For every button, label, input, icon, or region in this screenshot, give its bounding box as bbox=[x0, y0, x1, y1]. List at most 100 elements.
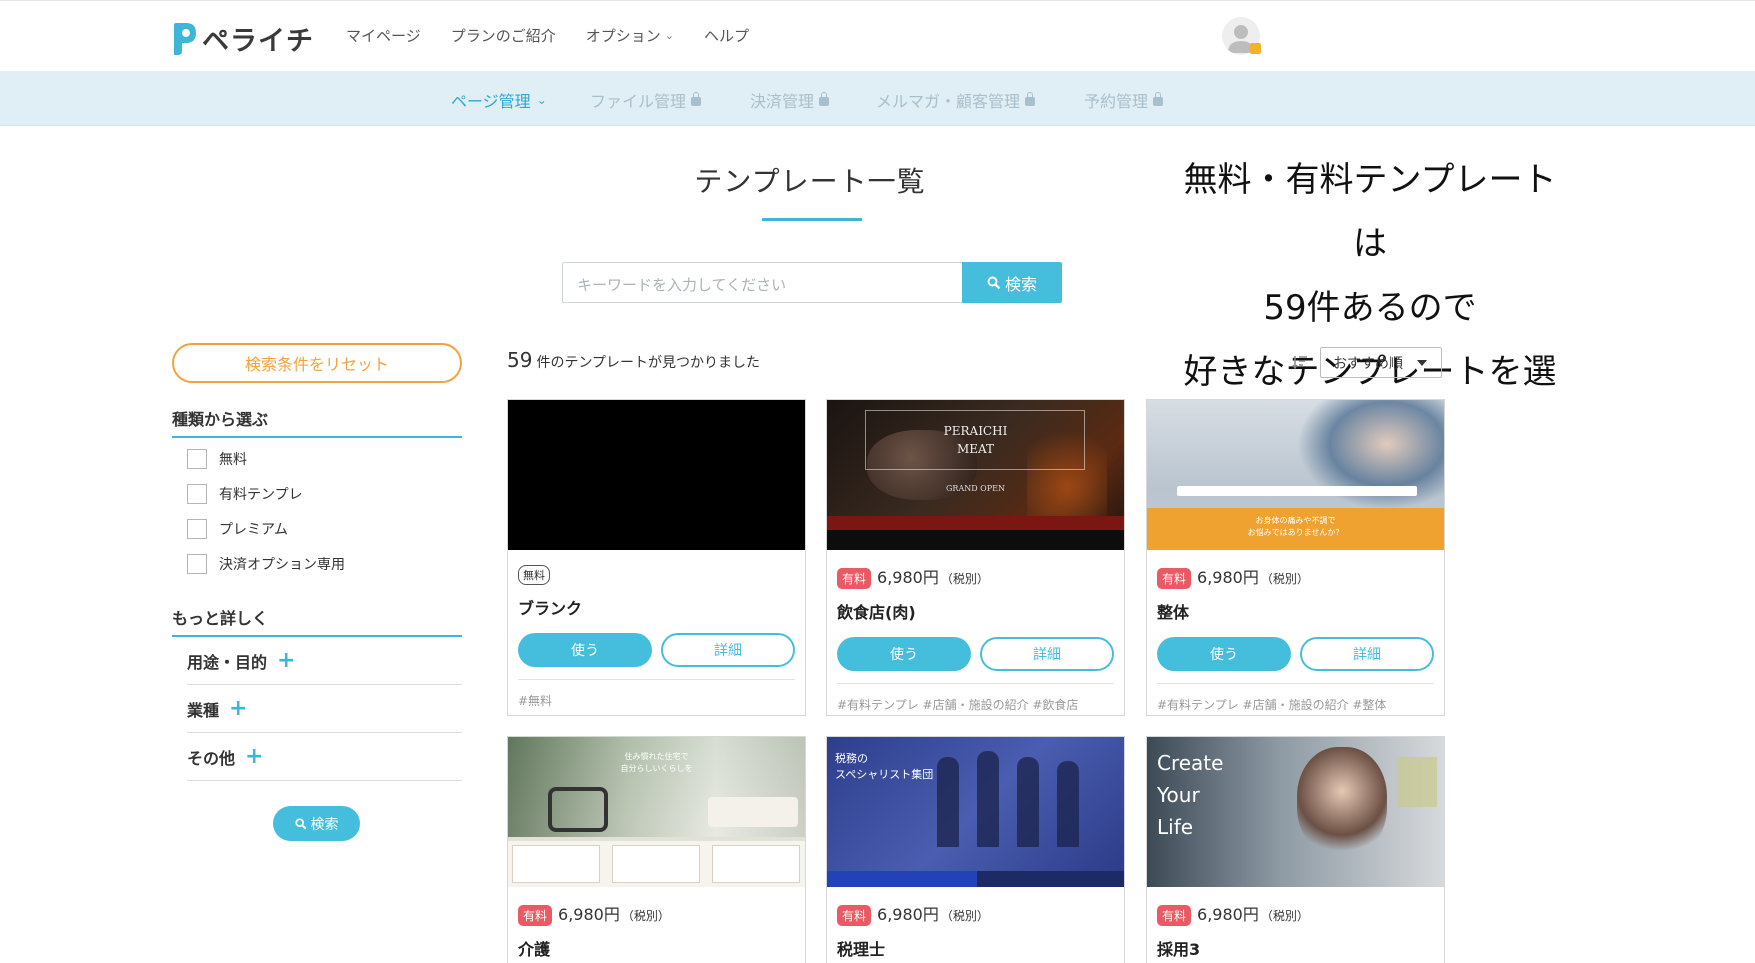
search-input[interactable]: キーワードを入力してください bbox=[562, 262, 963, 303]
thumb-text: Life bbox=[1157, 815, 1194, 839]
template-thumbnail[interactable]: Create Your Life bbox=[1147, 737, 1444, 887]
caption-line-1: 無料・有料テンプレートは bbox=[1183, 160, 1557, 264]
paid-badge: 有料 bbox=[1157, 568, 1192, 589]
filter-payment-option[interactable]: 決済オプション専用 bbox=[187, 554, 345, 574]
checkbox[interactable] bbox=[187, 519, 207, 539]
paid-badge: 有料 bbox=[837, 568, 872, 589]
nav-mypage[interactable]: マイページ bbox=[346, 25, 421, 46]
checkbox[interactable] bbox=[187, 484, 207, 504]
template-tax: （税別） bbox=[940, 909, 989, 923]
nav-options-label: オプション bbox=[585, 27, 661, 45]
use-button[interactable]: 使う bbox=[518, 633, 652, 667]
filter-premium-label: プレミアム bbox=[219, 522, 289, 538]
accordion-industry[interactable]: 業種 + bbox=[187, 685, 462, 733]
template-card: お身体の痛みや不調で お悩みではありませんか？ 有料 6,980円 （税別） 整体 … bbox=[1146, 399, 1445, 716]
filter-premium[interactable]: プレミアム bbox=[187, 519, 288, 539]
logo[interactable]: ペライチ bbox=[170, 19, 314, 58]
tab-reservation-management[interactable]: 予約管理 bbox=[1084, 88, 1164, 112]
template-name: 採用3 bbox=[1157, 940, 1201, 959]
search-button[interactable]: 検索 bbox=[962, 262, 1062, 303]
template-card: 無料 ブランク 使う 詳細 #無料 bbox=[507, 399, 806, 716]
template-tax: （税別） bbox=[940, 572, 989, 586]
type-heading: 種類から選ぶ bbox=[172, 406, 462, 438]
plus-icon[interactable]: + bbox=[277, 648, 295, 673]
nav-help[interactable]: ヘルプ bbox=[704, 25, 749, 46]
detail-button[interactable]: 詳細 bbox=[661, 633, 795, 667]
tab-file-management[interactable]: ファイル管理 bbox=[590, 88, 702, 112]
plus-icon[interactable]: + bbox=[229, 696, 247, 721]
sort-select-value: おすすめ順 bbox=[1333, 355, 1403, 372]
template-thumbnail[interactable]: PERAICHI MEAT GRAND OPEN bbox=[827, 400, 1124, 550]
thumb-text: 税務の bbox=[835, 752, 868, 765]
template-card: PERAICHI MEAT GRAND OPEN 有料 6,980円 （税別） 飲食… bbox=[826, 399, 1125, 716]
page-title: テンプレート一覧 bbox=[694, 165, 926, 198]
tab-page-management[interactable]: ページ管理 ⌄ bbox=[451, 88, 547, 112]
thumb-text: GRAND OPEN bbox=[946, 484, 1005, 493]
thumb-text: Create bbox=[1157, 751, 1224, 775]
plus-icon[interactable]: + bbox=[245, 744, 263, 769]
more-heading: もっと詳しく bbox=[172, 605, 462, 637]
tab-page-management-label: ページ管理 bbox=[451, 92, 531, 111]
thumb-text: PERAICHI bbox=[943, 424, 1008, 438]
checkbox[interactable] bbox=[187, 554, 207, 574]
sort-icon bbox=[1292, 356, 1307, 370]
template-price: 6,980円 bbox=[1197, 568, 1259, 587]
tab-file-management-label: ファイル管理 bbox=[590, 92, 687, 111]
thumb-text: Your bbox=[1157, 783, 1200, 807]
accordion-purpose-label: 用途・目的 bbox=[187, 652, 268, 672]
tab-payment-management[interactable]: 決済管理 bbox=[750, 88, 830, 112]
filter-free[interactable]: 無料 bbox=[187, 449, 247, 469]
thumb-text: お身体の痛みや不調で bbox=[1255, 516, 1336, 525]
template-thumbnail[interactable]: 住み慣れた住宅で 自分らしいくらしを bbox=[508, 737, 805, 887]
result-count-suffix: 件のテンプレートが見つかりました bbox=[536, 355, 761, 371]
accordion-other[interactable]: その他 + bbox=[187, 733, 462, 781]
search-button-label: 検索 bbox=[1004, 274, 1037, 294]
template-name: 税理士 bbox=[837, 940, 886, 959]
filter-paid[interactable]: 有料テンプレ bbox=[187, 484, 303, 504]
detail-button[interactable]: 詳細 bbox=[980, 637, 1114, 671]
lock-icon bbox=[1153, 91, 1164, 106]
thumb-text: スペシャリスト集団 bbox=[835, 768, 934, 781]
checkbox[interactable] bbox=[187, 449, 207, 469]
lock-icon bbox=[691, 91, 702, 106]
tab-payment-management-label: 決済管理 bbox=[750, 92, 815, 111]
lock-icon bbox=[1250, 43, 1261, 54]
sidebar-search-button[interactable]: 検索 bbox=[273, 806, 360, 841]
detail-button[interactable]: 詳細 bbox=[1300, 637, 1434, 671]
template-price: 6,980円 bbox=[877, 568, 939, 587]
template-card: 住み慣れた住宅で 自分らしいくらしを 有料 6,980円 （税別） 介護 bbox=[507, 736, 806, 963]
thumb-text: 自分らしいくらしを bbox=[620, 764, 693, 773]
template-thumbnail[interactable]: お身体の痛みや不調で お悩みではありませんか？ bbox=[1147, 400, 1444, 550]
accordion-industry-label: 業種 bbox=[187, 700, 220, 720]
tab-reservation-management-label: 予約管理 bbox=[1084, 92, 1149, 111]
nav-options[interactable]: オプション ⌄ bbox=[586, 25, 674, 46]
caption-line-2: 59件あるので bbox=[1263, 288, 1477, 328]
use-button[interactable]: 使う bbox=[837, 637, 971, 671]
filter-paid-label: 有料テンプレ bbox=[219, 487, 303, 503]
accordion-other-label: その他 bbox=[187, 748, 236, 768]
accordion-purpose[interactable]: 用途・目的 + bbox=[187, 637, 462, 685]
filter-payment-option-label: 決済オプション専用 bbox=[219, 557, 345, 573]
template-name: ブランク bbox=[518, 599, 583, 618]
nav-plans[interactable]: プランのご紹介 bbox=[451, 25, 556, 46]
template-thumbnail[interactable] bbox=[508, 400, 805, 550]
reset-filters-button[interactable]: 検索条件をリセット bbox=[172, 343, 462, 383]
caret-down-icon bbox=[1417, 360, 1427, 366]
template-name: 介護 bbox=[518, 940, 551, 959]
template-thumbnail[interactable]: 税務の スペシャリスト集団 bbox=[827, 737, 1124, 887]
result-count: 59 件のテンプレートが見つかりました bbox=[507, 348, 760, 372]
sort-select[interactable]: おすすめ順 bbox=[1320, 347, 1442, 378]
chevron-down-icon: ⌄ bbox=[536, 93, 547, 107]
thumb-text: MEAT bbox=[956, 442, 995, 456]
paid-badge: 有料 bbox=[837, 905, 872, 926]
template-price: 6,980円 bbox=[1197, 905, 1259, 924]
template-card: Create Your Life 有料 6,980円 （税別） 採用3 bbox=[1146, 736, 1445, 963]
template-tax: （税別） bbox=[1260, 572, 1309, 586]
top-nav: マイページ プランのご紹介 オプション ⌄ ヘルプ bbox=[346, 25, 779, 46]
template-name: 飲食店(肉) bbox=[837, 603, 916, 622]
use-button[interactable]: 使う bbox=[1157, 637, 1291, 671]
thumb-text: お悩みではありませんか？ bbox=[1247, 528, 1344, 537]
logo-text: ペライチ bbox=[202, 26, 314, 57]
tab-newsletter-management[interactable]: メルマガ・顧客管理 bbox=[876, 88, 1036, 112]
free-badge: 無料 bbox=[518, 565, 550, 585]
